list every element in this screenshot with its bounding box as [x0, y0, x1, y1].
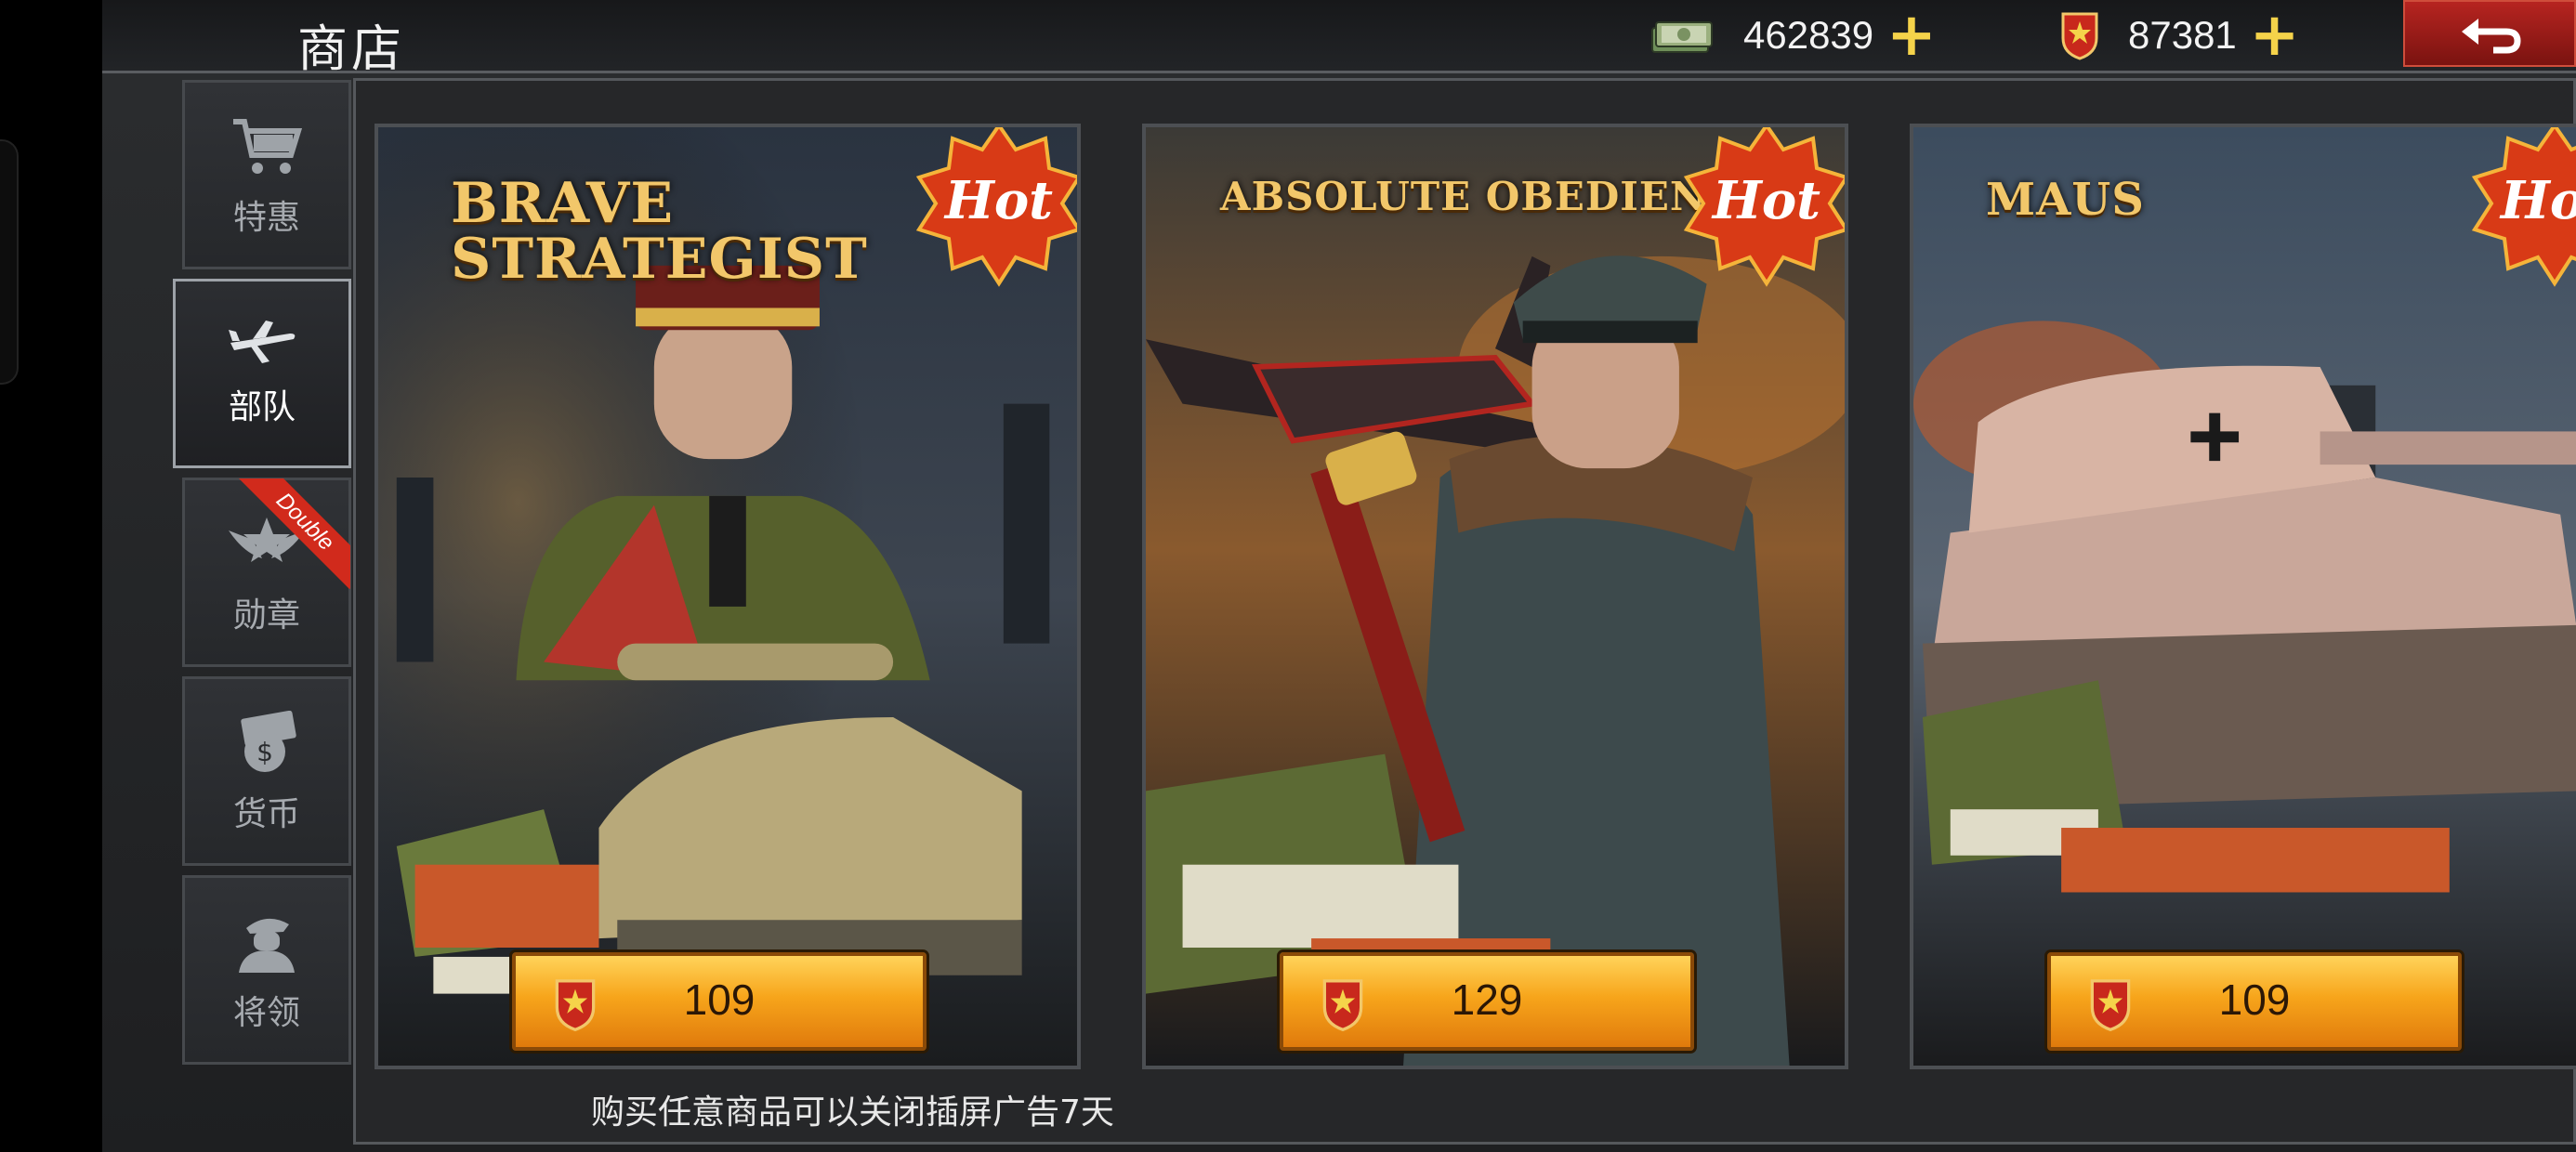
- buy-button[interactable]: 129: [1280, 952, 1694, 1051]
- cash-amount: 462839: [1743, 13, 1874, 57]
- cash-stack-icon: [1651, 21, 1713, 53]
- shop-panel: BRAVE STRATEGIST Hot 109 ABSOLUTE OBEDIE…: [353, 78, 2576, 1145]
- svg-text:Hot: Hot: [1711, 170, 1820, 231]
- medal-balance: 87381 +: [2059, 6, 2300, 65]
- sidebar-item-label: 将领: [232, 994, 300, 1032]
- sidebar-item-troops[interactable]: 部队: [173, 279, 351, 468]
- offer-price: 129: [1451, 975, 1523, 1024]
- svg-text:Hot: Hot: [943, 170, 1053, 231]
- buy-button[interactable]: 109: [512, 952, 927, 1051]
- offer-title: BRAVE STRATEGIST: [451, 171, 868, 292]
- sidebar-item-label: 特惠: [232, 199, 300, 237]
- medal-shield-icon: [2061, 12, 2098, 60]
- sidebar-item-medals[interactable]: 勋章 Double: [182, 478, 351, 667]
- general-bust-icon: [239, 918, 295, 973]
- sidebar-item-currency[interactable]: $ 货币: [182, 676, 351, 866]
- ad-free-note: 购买任意商品可以关闭插屏广告7天: [591, 1093, 1114, 1132]
- return-arrow-icon: [2462, 19, 2521, 54]
- offer-card-absolute-obedience[interactable]: ABSOLUTE OBEDIENCE Hot 129: [1142, 124, 1848, 1069]
- sidebar-item-label: 部队: [228, 388, 296, 426]
- offer-card-brave-strategist[interactable]: BRAVE STRATEGIST Hot 109: [375, 124, 1081, 1069]
- sidebar-item-label: 勋章: [232, 596, 300, 635]
- airplane-icon: [229, 321, 296, 363]
- buy-button[interactable]: 109: [2047, 952, 2462, 1051]
- hot-badge-icon: Hot: [2471, 127, 2576, 287]
- page-title: 商店: [297, 20, 405, 78]
- sidebar-item-label: 货币: [232, 795, 300, 833]
- offer-title: MAUS: [1986, 174, 2145, 226]
- svg-text:$: $: [256, 737, 273, 767]
- medal-amount: 87381: [2128, 13, 2237, 57]
- add-cash-button[interactable]: +: [1886, 6, 1937, 65]
- sidebar-item-generals[interactable]: 将领: [182, 875, 351, 1065]
- hot-badge-icon: Hot: [1683, 127, 1845, 287]
- money-bag-icon: $: [241, 711, 296, 772]
- offer-price: 109: [683, 975, 756, 1024]
- offer-card-maus[interactable]: MAUS Hot 109: [1910, 124, 2576, 1069]
- shopping-cart-icon: [233, 119, 303, 174]
- back-button[interactable]: [2403, 0, 2576, 67]
- sidebar-item-deals[interactable]: 特惠: [182, 80, 351, 269]
- device-bezel: [0, 139, 19, 385]
- hot-badge-icon: Hot: [915, 127, 1077, 287]
- cash-balance: 462839 +: [1649, 6, 1937, 65]
- top-bar: 商店 462839 + 87381 +: [102, 0, 2576, 78]
- svg-text:Hot: Hot: [2499, 170, 2576, 231]
- offer-price: 109: [2218, 975, 2291, 1024]
- double-badge: Double: [239, 478, 350, 590]
- add-medal-button[interactable]: +: [2250, 6, 2300, 65]
